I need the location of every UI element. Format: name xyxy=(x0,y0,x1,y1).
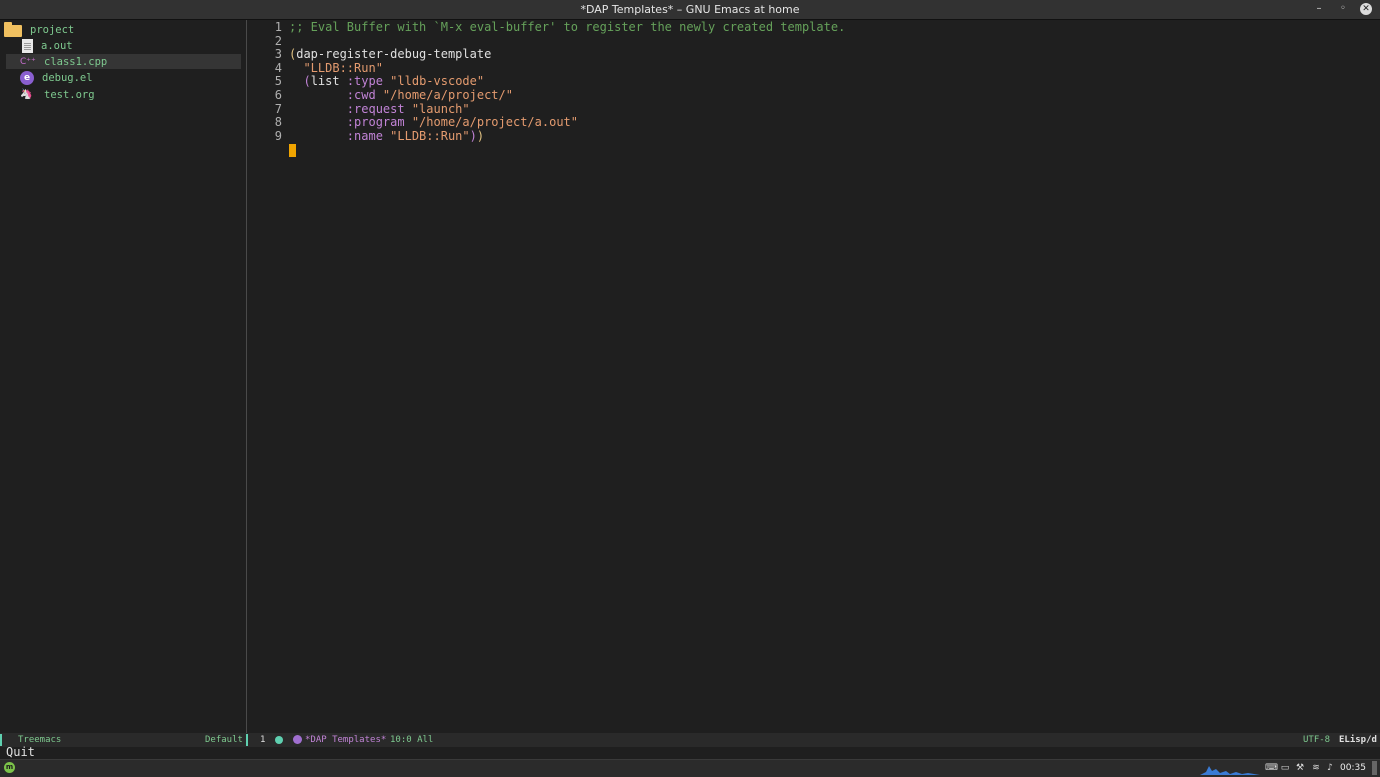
code-token: "/home/a/project/" xyxy=(382,88,513,102)
org-unicorn-icon: 🦄 xyxy=(20,88,33,100)
window-number: 1 xyxy=(260,735,266,745)
system-taskbar: m ⌨ ▭ ⚒ ≋ ♪ 00:35 xyxy=(0,759,1380,777)
tree-item-a-out[interactable]: a.out xyxy=(22,38,240,53)
mode-line-indicator xyxy=(246,734,248,746)
code-token: "launch" xyxy=(411,101,470,116)
mode-line-indicator xyxy=(0,734,2,746)
volume-icon[interactable]: ♪ xyxy=(1325,762,1335,774)
code-text: :name "LLDB::Run")) xyxy=(289,129,484,143)
encoding-label[interactable]: UTF-8 xyxy=(1303,733,1330,747)
menu-button[interactable]: m xyxy=(4,762,15,773)
major-mode-label[interactable]: ELisp/d xyxy=(1339,733,1377,747)
tree-item-class1-cpp[interactable]: C⁺⁺ class1.cpp xyxy=(6,54,241,69)
tree-root-label: project xyxy=(30,23,75,36)
tree-item-label: class1.cpp xyxy=(44,55,108,68)
line-number: 5 xyxy=(274,74,282,89)
code-token: dap-register-debug-template xyxy=(296,47,492,62)
code-token: "/home/a/project/a.out" xyxy=(411,115,578,130)
cpu-usage-graph xyxy=(1200,766,1260,775)
tree-item-label: debug.el xyxy=(42,71,93,84)
tree-item-test-org[interactable]: 🦄 test.org xyxy=(20,87,240,102)
code-token: :program xyxy=(289,115,412,130)
code-token: :cwd xyxy=(289,88,383,102)
network-tool-icon[interactable]: ⚒ xyxy=(1295,762,1305,774)
wifi-icon[interactable]: ≋ xyxy=(1311,762,1321,774)
code-token: :type xyxy=(346,74,391,89)
code-token: ;; Eval Buffer with `M-x eval-buffer' to… xyxy=(289,20,846,34)
code-token: ) xyxy=(469,128,477,143)
editor-buffer[interactable]: 1 ;; Eval Buffer with `M-x eval-buffer' t… xyxy=(248,20,1380,733)
buffer-name[interactable]: *DAP Templates* xyxy=(305,733,386,747)
line-number: 2 xyxy=(274,33,282,48)
cursor-position: 10:0 All xyxy=(390,735,434,745)
tree-root-project[interactable]: project xyxy=(4,22,240,37)
treemacs-sidebar: project a.out C⁺⁺ class1.cpp e debug.el … xyxy=(0,20,247,733)
text-cursor xyxy=(289,144,296,157)
code-text: "LLDB::Run" xyxy=(289,60,383,75)
line-number: 1 xyxy=(274,20,282,34)
code-token: :name xyxy=(289,128,391,143)
window-title: *DAP Templates* – GNU Emacs at home xyxy=(580,3,800,16)
code-token: ) xyxy=(476,128,485,143)
close-button[interactable]: ✕ xyxy=(1360,3,1372,15)
code-text: :program "/home/a/project/a.out" xyxy=(289,115,578,129)
keyboard-layout-icon[interactable]: ⌨ xyxy=(1265,762,1278,774)
tree-item-label: a.out xyxy=(41,39,73,52)
modified-status-icon xyxy=(275,735,283,744)
emacs-lisp-icon: e xyxy=(20,70,34,85)
clock[interactable]: 00:35 xyxy=(1340,762,1366,774)
line-number: 4 xyxy=(274,60,282,75)
title-bar: *DAP Templates* – GNU Emacs at home – ◦ … xyxy=(0,0,1380,20)
code-token: :request xyxy=(289,101,412,116)
open-folder-icon xyxy=(4,22,22,37)
cpp-file-icon: C⁺⁺ xyxy=(20,56,36,67)
tree-item-debug-el[interactable]: e debug.el xyxy=(20,70,240,85)
file-icon xyxy=(22,38,33,53)
workspace-label: Default xyxy=(205,735,243,745)
code-text: (list :type "lldb-vscode" xyxy=(289,74,484,88)
code-text: :request "launch" xyxy=(289,102,470,116)
code-text: ;; Eval Buffer with `M-x eval-buffer' to… xyxy=(289,20,845,34)
tree-item-label: test.org xyxy=(44,88,95,101)
code-token: ( xyxy=(289,74,311,89)
line-number: 7 xyxy=(274,101,282,116)
screen-icon[interactable]: ▭ xyxy=(1280,762,1290,774)
code-text: :cwd "/home/a/project/" xyxy=(289,88,513,102)
echo-area: Quit xyxy=(6,745,35,759)
minimize-button[interactable]: – xyxy=(1312,2,1326,16)
code-text: (dap-register-debug-template xyxy=(289,47,491,61)
line-number: 3 xyxy=(274,47,282,62)
code-token: "LLDB::Run" xyxy=(289,60,383,75)
mode-line: Treemacs Default 1 *DAP Templates* 10:0 … xyxy=(0,733,1380,747)
code-token: list xyxy=(310,74,347,89)
code-token: "LLDB::Run" xyxy=(390,128,470,143)
code-token: "lldb-vscode" xyxy=(390,74,485,89)
line-number: 9 xyxy=(274,128,282,143)
line-number: 8 xyxy=(274,115,282,130)
window-controls: – ◦ ✕ xyxy=(1312,2,1372,16)
line-number: 6 xyxy=(274,88,282,102)
maximize-button[interactable]: ◦ xyxy=(1336,2,1350,16)
show-desktop-button[interactable] xyxy=(1372,761,1377,775)
emacs-lisp-mode-icon xyxy=(293,735,302,744)
